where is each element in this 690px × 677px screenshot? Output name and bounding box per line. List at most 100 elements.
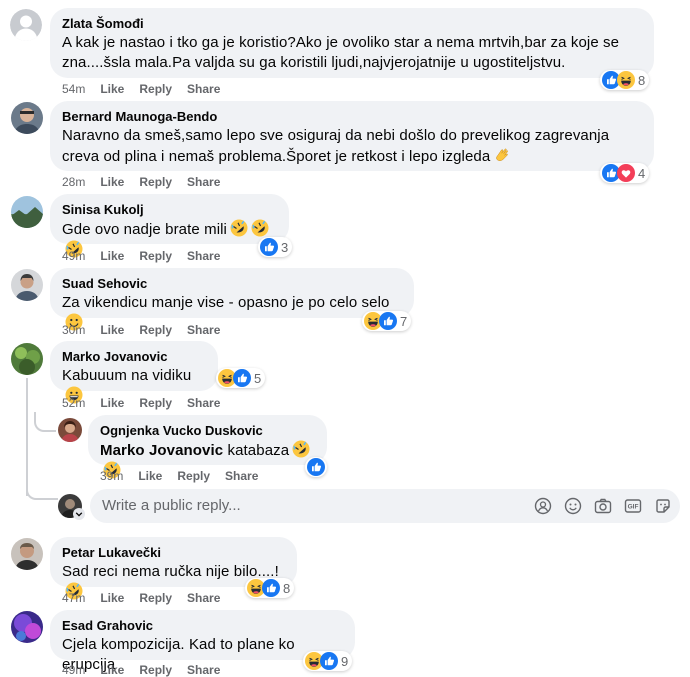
timestamp[interactable]: 52m — [62, 396, 85, 410]
share-button[interactable]: Share — [187, 249, 220, 263]
chevron-down-icon[interactable] — [73, 508, 85, 520]
like-reaction-icon — [260, 238, 278, 256]
profile-photo-icon — [58, 418, 82, 442]
haha-reaction-icon — [617, 71, 635, 89]
commenter-name[interactable]: Bernard Maunoga-Bendo — [62, 109, 642, 125]
reply-button[interactable]: Reply — [139, 663, 172, 677]
like-button[interactable]: Like — [100, 663, 124, 677]
emoji-icon[interactable] — [564, 497, 582, 515]
comment-text-content: katabaza — [227, 442, 290, 459]
reaction-summary[interactable] — [305, 457, 327, 477]
comment-actions: 28m Like Reply Share — [62, 175, 235, 189]
camera-icon[interactable] — [594, 497, 612, 515]
profile-photo-icon — [11, 538, 43, 570]
reaction-count: 5 — [254, 370, 262, 386]
comment-text-content: Sad reci nema ručka nije bilo....! — [62, 563, 279, 580]
comment-text: Naravno da smeš,samo lepo sve osiguraj d… — [62, 126, 642, 167]
sticker-icon[interactable] — [654, 497, 672, 515]
commenter-name[interactable]: Petar Lukavečki — [62, 545, 285, 561]
share-button[interactable]: Share — [187, 82, 220, 96]
like-reaction-icon — [307, 458, 325, 476]
avatar-sticker-icon[interactable] — [534, 497, 552, 515]
avatar[interactable] — [11, 196, 43, 228]
reply-button[interactable]: Reply — [139, 82, 172, 96]
gif-icon[interactable]: GIF — [624, 497, 642, 515]
reply-button[interactable]: Reply — [139, 591, 172, 605]
reaction-count: 9 — [341, 653, 349, 669]
rofl-emoji-icon — [292, 440, 310, 458]
thread-connector — [34, 412, 56, 432]
mention-link[interactable]: Marko Jovanovic — [100, 442, 223, 459]
reply-composer[interactable]: GIF — [90, 489, 680, 523]
reaction-summary[interactable]: 8 — [600, 70, 650, 90]
commenter-name[interactable]: Suad Sehovic — [62, 276, 402, 292]
comment-actions: 30m Like Reply Share — [62, 323, 235, 337]
like-button[interactable]: Like — [100, 323, 124, 337]
like-button[interactable]: Like — [100, 82, 124, 96]
reply-button[interactable]: Reply — [139, 249, 172, 263]
comment-text-content: Gde ovo nadje brate mili — [62, 221, 227, 238]
avatar[interactable] — [11, 102, 43, 134]
avatar[interactable] — [11, 538, 43, 570]
share-button[interactable]: Share — [187, 396, 220, 410]
reaction-count: 8 — [283, 580, 291, 596]
reaction-summary[interactable]: 5 — [216, 368, 266, 388]
svg-text:GIF: GIF — [628, 504, 639, 511]
reply-button[interactable]: Reply — [139, 323, 172, 337]
timestamp[interactable]: 30m — [62, 323, 85, 337]
reaction-summary[interactable]: 9 — [303, 651, 353, 671]
reaction-summary[interactable]: 3 — [258, 237, 293, 257]
timestamp[interactable]: 54m — [62, 82, 85, 96]
like-reaction-icon — [320, 652, 338, 670]
reply-input[interactable] — [100, 496, 524, 515]
like-button[interactable]: Like — [138, 469, 162, 483]
commenter-name[interactable]: Esad Grahovic — [62, 618, 343, 634]
like-button[interactable]: Like — [100, 396, 124, 410]
profile-photo-icon — [11, 269, 43, 301]
timestamp[interactable]: 49m — [62, 249, 85, 263]
reaction-count: 3 — [281, 239, 289, 255]
share-button[interactable]: Share — [187, 323, 220, 337]
like-reaction-icon — [262, 579, 280, 597]
profile-photo-icon — [11, 343, 43, 375]
reply-button[interactable]: Reply — [177, 469, 210, 483]
share-button[interactable]: Share — [225, 469, 258, 483]
avatar[interactable] — [11, 611, 43, 643]
timestamp[interactable]: 28m — [62, 175, 85, 189]
composer-icons: GIF — [534, 497, 672, 515]
comment-bubble: Sinisa Kukolj Gde ovo nadje brate mili — [50, 194, 289, 244]
avatar[interactable] — [11, 269, 43, 301]
reaction-summary[interactable]: 8 — [245, 578, 295, 598]
timestamp[interactable]: 39m — [100, 469, 123, 483]
like-button[interactable]: Like — [100, 249, 124, 263]
like-button[interactable]: Like — [100, 591, 124, 605]
timestamp[interactable]: 49m — [62, 663, 85, 677]
comment-text-content: Za vikendicu manje vise - opasno je po c… — [62, 294, 390, 311]
share-button[interactable]: Share — [187, 663, 220, 677]
reaction-summary[interactable]: 7 — [362, 311, 412, 331]
reply-button[interactable]: Reply — [139, 175, 172, 189]
reply-button[interactable]: Reply — [139, 396, 172, 410]
comment-text: A kak je nastao i tko ga je koristio?Ako… — [62, 34, 620, 71]
share-button[interactable]: Share — [187, 175, 220, 189]
comment-actions: 49m Like Reply Share — [62, 663, 235, 677]
commenter-name[interactable]: Zlata Šomođi — [62, 16, 642, 32]
avatar[interactable] — [10, 9, 42, 41]
commenter-name[interactable]: Ognjenka Vucko Duskovic — [100, 423, 315, 439]
commenter-name[interactable]: Marko Jovanovic — [62, 349, 206, 365]
commenter-name[interactable]: Sinisa Kukolj — [62, 202, 277, 218]
comment-bubble: Zlata Šomođi A kak je nastao i tko ga je… — [50, 8, 654, 78]
like-button[interactable]: Like — [100, 175, 124, 189]
comment-actions: 49m Like Reply Share — [62, 249, 235, 263]
reaction-summary[interactable]: 4 — [600, 163, 650, 183]
comment-text-content: Naravno da smeš,samo lepo sve osiguraj d… — [62, 127, 610, 165]
timestamp[interactable]: 47m — [62, 591, 85, 605]
profile-photo-icon — [11, 102, 43, 134]
reaction-count: 4 — [638, 165, 646, 181]
share-button[interactable]: Share — [187, 591, 220, 605]
avatar[interactable] — [58, 418, 82, 442]
default-avatar-icon — [10, 9, 42, 41]
love-reaction-icon — [617, 164, 635, 182]
avatar[interactable] — [11, 343, 43, 375]
comment-bubble: Marko Jovanovic Kabuuum na vidiku — [50, 341, 218, 391]
